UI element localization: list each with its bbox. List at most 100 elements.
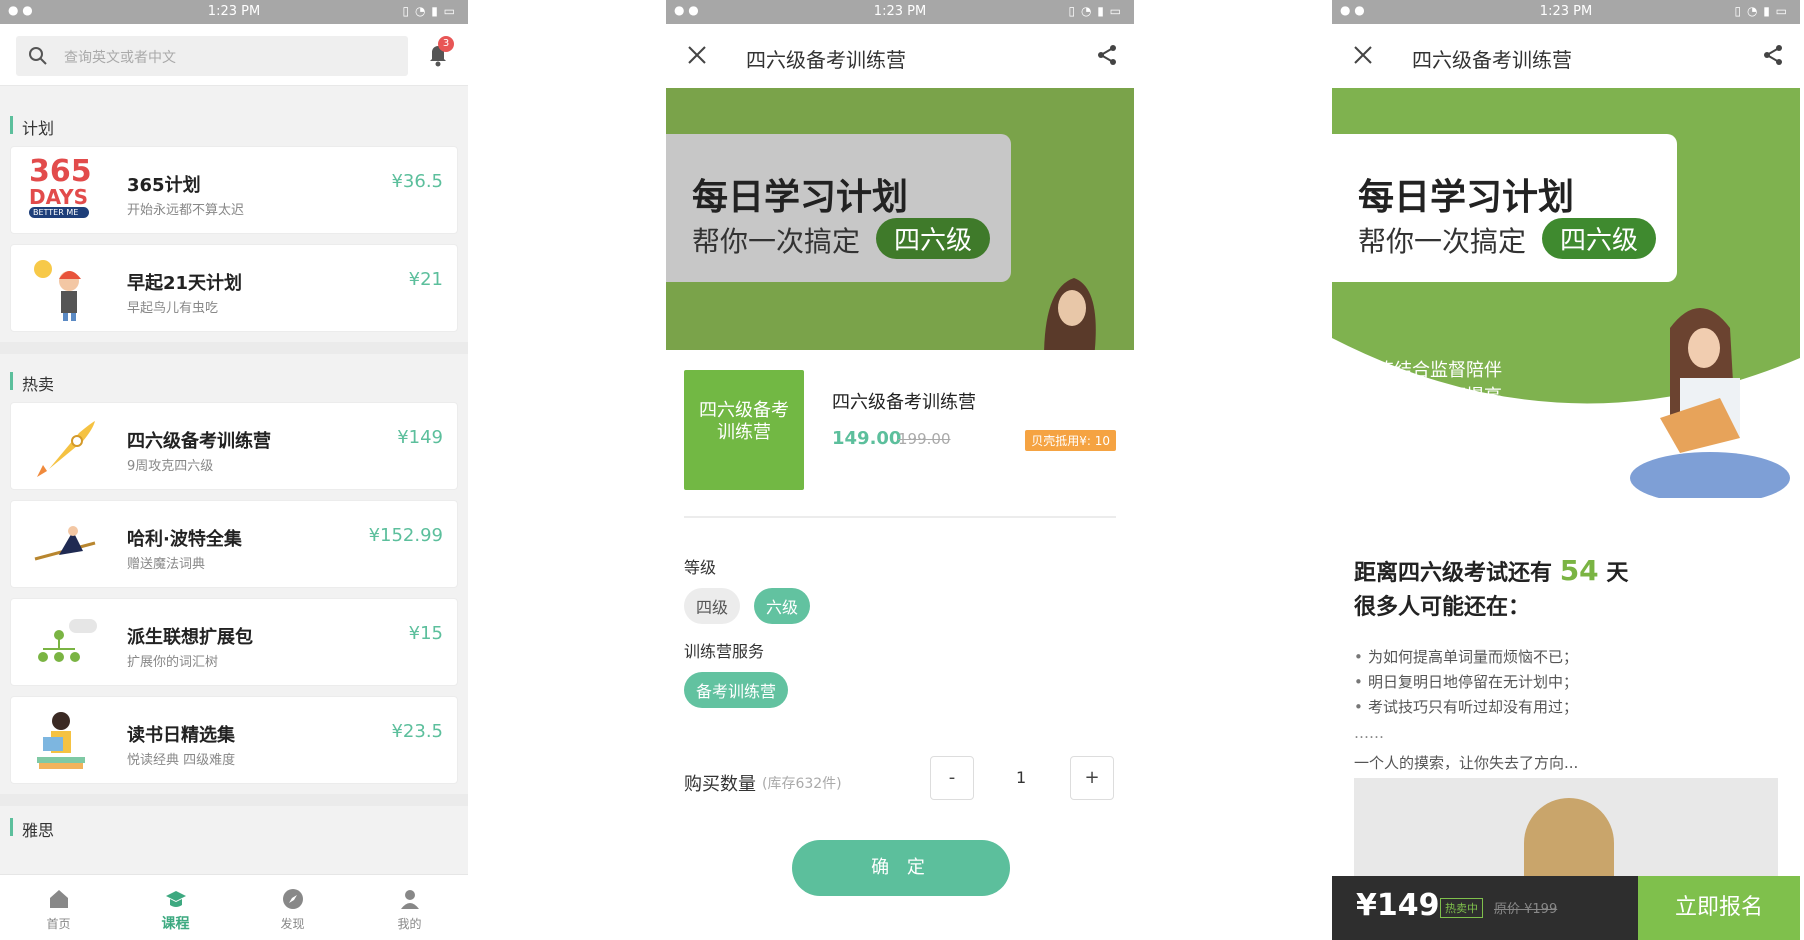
item-price: ¥36.5 bbox=[391, 171, 443, 192]
phone-purchase-options: ● ● 1:23 PM ▯ ◔ ▮ ▭ 四六级备考训练营 每日学习计划 帮你一次… bbox=[666, 0, 1134, 940]
stock-text: (库存632件) bbox=[762, 776, 842, 792]
user-icon bbox=[400, 890, 419, 909]
quantity-minus-button[interactable]: - bbox=[930, 756, 974, 800]
level-label: 等级 bbox=[684, 558, 717, 577]
discount-tag: 贝壳抵用¥: 10 bbox=[1025, 430, 1116, 451]
search-placeholder: 查询英文或者中文 bbox=[64, 50, 176, 66]
section-hot: 热卖 bbox=[0, 360, 468, 402]
quantity-value: 1 bbox=[1016, 768, 1027, 787]
notification-badge: 3 bbox=[438, 36, 454, 52]
product-name: 四六级备考训练营 bbox=[832, 392, 976, 413]
list-item[interactable]: 哈利·波特全集 赠送魔法词典 ¥152.99 bbox=[10, 500, 458, 588]
status-icons-right: ▯ ◔ ▮ ▭ bbox=[402, 4, 456, 18]
product-summary: 四六级备考训练营 四六级备考训练营 149.00 199.00 贝壳抵用¥: 1… bbox=[666, 350, 1134, 518]
product-image-text: 四六级备考训练营 bbox=[699, 400, 789, 443]
bottom-tab-bar: 首页 课程 发现 我的 bbox=[0, 874, 468, 940]
item-title: 早起21天计划 bbox=[127, 273, 243, 294]
hero-banner: 每日学习计划 帮你一次搞定 四六级 学练结合监督陪伴 听读写译全面提高 bbox=[1332, 88, 1800, 498]
list-item[interactable]: 四六级备考训练营 9周攻克四六级 ¥149 bbox=[10, 402, 458, 490]
footer-price-area: ¥149 热卖中 原价 ¥199 bbox=[1332, 876, 1638, 940]
divider bbox=[684, 516, 1116, 518]
section-bar bbox=[10, 372, 13, 390]
section-ielts-title: 雅思 bbox=[22, 821, 55, 840]
nav-bar: 四六级备考训练营 bbox=[1332, 24, 1800, 88]
section-divider bbox=[0, 342, 468, 354]
level-options: 四级 六级 bbox=[684, 588, 1134, 624]
status-bar: ● ● 1:23 PM ▯ ◔ ▮ ▭ bbox=[666, 0, 1134, 24]
share-icon[interactable] bbox=[1096, 44, 1118, 66]
list-item[interactable]: 365 DAYS BETTER ME 365计划 开始永远都不算太迟 ¥36.5 bbox=[10, 146, 458, 234]
level-option-cet4[interactable]: 四级 bbox=[684, 588, 741, 624]
section-bar bbox=[10, 818, 13, 836]
item-price: ¥21 bbox=[408, 269, 443, 290]
countdown-prefix: 距离四六级考试还有 bbox=[1354, 561, 1553, 586]
section-ielts: 雅思 bbox=[0, 806, 468, 848]
slogan-line: 听读写译全面提高 bbox=[1358, 386, 1502, 407]
search-input[interactable]: 查询英文或者中文 bbox=[16, 36, 408, 76]
tab-discover[interactable]: 发现 bbox=[234, 875, 351, 940]
early-bird-illustration bbox=[34, 260, 81, 321]
tab-course[interactable]: 课程 bbox=[117, 875, 234, 940]
item-subtitle: 赠送魔法词典 bbox=[127, 557, 206, 572]
wizard-broom-icon bbox=[34, 526, 96, 561]
countdown-days: 54 bbox=[1559, 554, 1599, 587]
dimmed-banner: 每日学习计划 帮你一次搞定 四六级 bbox=[666, 88, 1134, 350]
service-label: 训练营服务 bbox=[684, 642, 765, 661]
item-subtitle: 早起鸟儿有虫吃 bbox=[127, 301, 219, 316]
section-divider bbox=[0, 794, 468, 806]
search-icon bbox=[29, 47, 47, 65]
countdown: 距离四六级考试还有 54 天 很多人可能还在： bbox=[1354, 554, 1800, 625]
item-price: ¥152.99 bbox=[368, 525, 443, 546]
reading-girl-icon bbox=[37, 712, 85, 769]
status-bar: ● ● 1:23 PM ▯ ◔ ▮ ▭ bbox=[0, 0, 468, 24]
item-subtitle: 9周攻克四六级 bbox=[127, 459, 214, 474]
notification-bell-icon[interactable]: 3 bbox=[426, 36, 454, 68]
course-icon bbox=[165, 891, 186, 907]
countdown-line2: 很多人可能还在： bbox=[1354, 595, 1531, 620]
tab-label: 课程 bbox=[161, 916, 190, 932]
quantity-plus-button[interactable]: + bbox=[1070, 756, 1114, 800]
hero-slogan: 学练结合监督陪伴 听读写译全面提高 bbox=[1358, 358, 1502, 410]
tab-mine[interactable]: 我的 bbox=[351, 875, 468, 940]
enroll-button[interactable]: 立即报名 bbox=[1638, 876, 1800, 940]
tab-label: 我的 bbox=[397, 917, 422, 931]
page-title: 四六级备考训练营 bbox=[746, 48, 906, 72]
closing-text: 一个人的摸索，让你失去了方向... bbox=[1354, 754, 1579, 772]
section-bar bbox=[10, 116, 13, 134]
share-icon[interactable] bbox=[1762, 44, 1784, 66]
item-title: 读书日精选集 bbox=[127, 725, 235, 746]
close-icon[interactable] bbox=[1352, 44, 1374, 66]
banner-headline: 每日学习计划 bbox=[692, 177, 909, 218]
status-time: 1:23 PM bbox=[873, 4, 927, 19]
item-price: ¥15 bbox=[408, 623, 443, 644]
section-plan-title: 计划 bbox=[22, 119, 55, 138]
item-title: 哈利·波特全集 bbox=[127, 529, 242, 550]
item-subtitle: 开始永远都不算太迟 bbox=[127, 203, 245, 218]
purchase-footer: ¥149 热卖中 原价 ¥199 立即报名 bbox=[1332, 876, 1800, 940]
search-header: 查询英文或者中文 3 bbox=[0, 24, 468, 86]
quantity-row: 购买数量 (库存632件) - 1 + bbox=[666, 756, 1134, 816]
status-bar: ● ● 1:23 PM ▯ ◔ ▮ ▭ bbox=[1332, 0, 1800, 24]
item-subtitle: 扩展你的词汇树 bbox=[127, 655, 219, 670]
service-option[interactable]: 备考训练营 bbox=[684, 672, 789, 708]
reading-girl-illustration bbox=[1630, 308, 1790, 498]
student-photo bbox=[1354, 778, 1778, 888]
level-option-cet6[interactable]: 六级 bbox=[754, 588, 811, 624]
footer-old-price: 原价 ¥199 bbox=[1494, 902, 1558, 917]
item-subtitle: 悦读经典 四级难度 bbox=[127, 753, 236, 768]
close-icon[interactable] bbox=[686, 44, 708, 66]
confirm-button[interactable]: 确 定 bbox=[792, 840, 1010, 896]
365-days-logo: 365 DAYS BETTER ME bbox=[29, 154, 92, 218]
list-item[interactable]: 读书日精选集 悦读经典 四级难度 ¥23.5 bbox=[10, 696, 458, 784]
rocket-icon bbox=[37, 421, 95, 477]
list-item[interactable]: 早起21天计划 早起鸟儿有虫吃 ¥21 bbox=[10, 244, 458, 332]
item-price: ¥149 bbox=[397, 427, 443, 448]
phone-course-list: ● ● 1:23 PM ▯ ◔ ▮ ▭ 查询英文或者中文 3 计划 365 DA… bbox=[0, 0, 468, 940]
word-tree-icon bbox=[38, 619, 97, 662]
tab-home[interactable]: 首页 bbox=[0, 875, 117, 940]
hero-subline: 帮你一次搞定 bbox=[1358, 225, 1527, 258]
compass-icon bbox=[282, 889, 303, 909]
list-item: 考试技巧只有听过却没有用过； bbox=[1354, 695, 1800, 720]
list-item[interactable]: 派生联想扩展包 扩展你的词汇树 ¥15 bbox=[10, 598, 458, 686]
pain-points-list: 为如何提高单词量而烦恼不已； 明日复明日地停留在无计划中； 考试技巧只有听过却没… bbox=[1354, 645, 1800, 720]
